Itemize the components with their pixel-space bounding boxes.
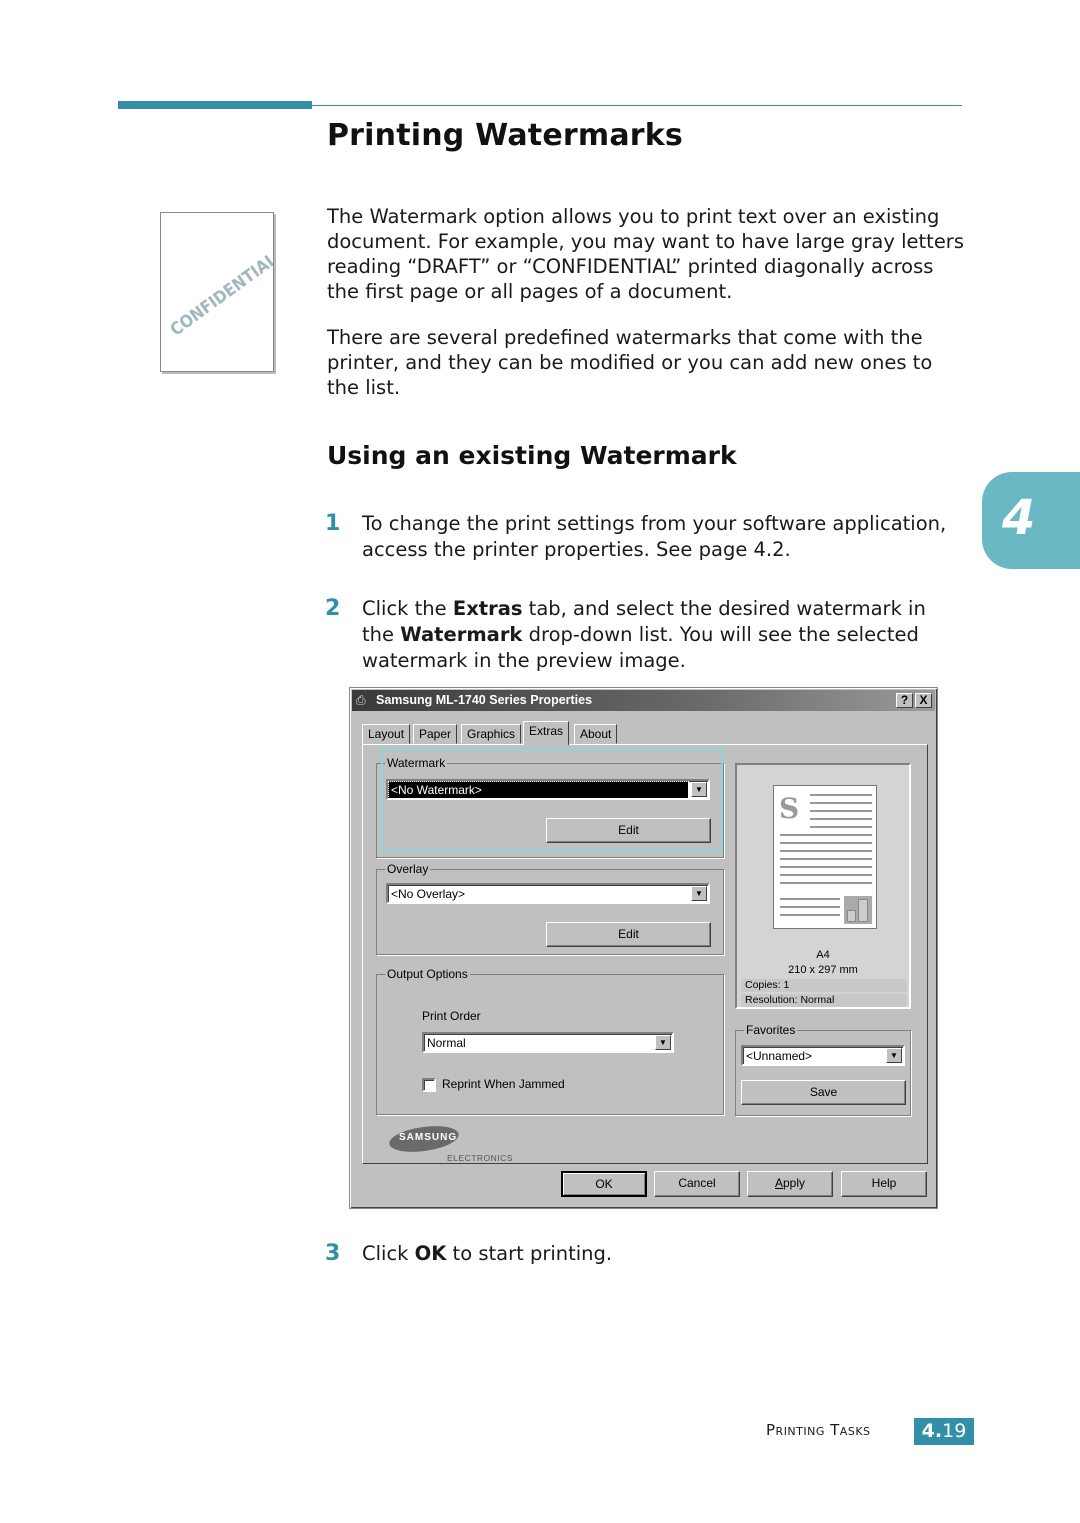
- tab-layout[interactable]: Layout: [362, 724, 411, 744]
- preview-line: [780, 906, 840, 908]
- illustration-watermark-text: CONFIDENTIAL: [166, 249, 274, 341]
- step-text-run: Click the: [362, 597, 453, 620]
- chapter-number: 4: [1002, 490, 1036, 546]
- page-number: 19: [942, 1420, 967, 1442]
- step-emphasis: Extras: [452, 597, 523, 620]
- header-rule-thin: [312, 105, 962, 106]
- step-emphasis: Watermark: [400, 623, 523, 646]
- output-options-label: Output Options: [385, 967, 470, 981]
- preview-line: [780, 858, 872, 860]
- favorites-dropdown[interactable]: <Unnamed> ▼: [741, 1045, 905, 1066]
- chevron-down-icon[interactable]: ▼: [655, 1035, 671, 1050]
- step-text-run: To change the print settings from your s…: [362, 512, 947, 561]
- step-text-run: Click: [362, 1242, 415, 1265]
- preview-line: [780, 842, 872, 844]
- preview-line: [780, 850, 872, 852]
- watermark-group: Watermark <No Watermark> ▼ Edit: [376, 756, 724, 858]
- print-order-label: Print Order: [422, 1009, 481, 1023]
- preview-line: [810, 794, 872, 796]
- dialog-titlebar[interactable]: ⎙ Samsung ML-1740 Series Properties ? X: [352, 690, 935, 711]
- footer-page-number: 4.19: [914, 1418, 974, 1445]
- watermark-edit-button[interactable]: Edit: [546, 818, 711, 843]
- logo-subtitle: ELECTRONICS: [447, 1153, 513, 1163]
- preview-line: [810, 826, 872, 828]
- page-chapter-prefix: 4.: [921, 1420, 943, 1442]
- extras-panel: Watermark <No Watermark> ▼ Edit Overlay …: [362, 744, 928, 1164]
- help-title-button[interactable]: ?: [896, 693, 913, 708]
- preview-line: [780, 882, 872, 884]
- footer-section-name: Printing Tasks: [766, 1421, 871, 1439]
- dialog-title: Samsung ML-1740 Series Properties: [376, 693, 593, 707]
- confidential-watermark-illustration: CONFIDENTIAL: [160, 212, 274, 372]
- preview-resolution: Resolution: Normal: [741, 994, 907, 1007]
- overlay-value: <No Overlay>: [391, 887, 466, 901]
- help-button[interactable]: Help: [841, 1171, 927, 1197]
- favorites-save-button[interactable]: Save: [741, 1080, 906, 1105]
- favorites-label: Favorites: [744, 1023, 798, 1037]
- ok-button[interactable]: OK: [561, 1171, 647, 1197]
- tab-extras[interactable]: Extras: [523, 721, 570, 745]
- close-button[interactable]: X: [915, 693, 932, 708]
- logo-brand: SAMSUNG: [399, 1132, 458, 1143]
- tab-about[interactable]: About: [574, 724, 618, 744]
- overlay-edit-button[interactable]: Edit: [546, 922, 711, 947]
- preview-paper-size: A4: [816, 949, 830, 961]
- apply-button[interactable]: Apply: [747, 1171, 833, 1197]
- tab-paper[interactable]: Paper: [413, 724, 458, 744]
- overlay-label: Overlay: [385, 862, 431, 876]
- step-text: To change the print settings from your s…: [362, 511, 962, 563]
- overlay-dropdown[interactable]: <No Overlay> ▼: [386, 883, 710, 904]
- reprint-when-jammed-checkbox[interactable]: [422, 1078, 436, 1092]
- preview-line: [780, 898, 840, 900]
- intro-paragraph: The Watermark option allows you to print…: [327, 205, 964, 303]
- watermark-label: Watermark: [385, 756, 448, 770]
- watermark-dropdown[interactable]: <No Watermark> ▼: [386, 779, 710, 800]
- step-text: Click OK to start printing.: [362, 1241, 962, 1267]
- preview-line: [780, 866, 872, 868]
- cancel-button[interactable]: Cancel: [654, 1171, 740, 1197]
- page-title: Printing Watermarks: [327, 118, 683, 153]
- print-preview: S A4 210 x 297 mm Copies: 1 Resolution: …: [735, 763, 911, 1009]
- preview-letter: S: [779, 792, 800, 825]
- print-order-value: Normal: [427, 1036, 466, 1050]
- print-order-dropdown[interactable]: Normal ▼: [422, 1032, 674, 1053]
- reprint-when-jammed-label[interactable]: Reprint When Jammed: [442, 1077, 565, 1091]
- step-text: Click the Extras tab, and select the des…: [362, 596, 962, 674]
- preview-copies: Copies: 1: [741, 979, 907, 992]
- header-rule-thick: [118, 101, 312, 109]
- overlay-group: Overlay <No Overlay> ▼ Edit: [376, 862, 724, 955]
- output-options-group: Output Options Print Order Normal ▼ Repr…: [376, 967, 724, 1115]
- favorites-value: <Unnamed>: [746, 1049, 813, 1063]
- chevron-down-icon[interactable]: ▼: [886, 1048, 902, 1063]
- preview-line: [810, 818, 872, 820]
- preview-line: [780, 834, 872, 836]
- chevron-down-icon[interactable]: ▼: [691, 886, 707, 901]
- chevron-down-icon[interactable]: ▼: [691, 782, 707, 797]
- intro-paragraph: There are several predefined watermarks …: [327, 326, 933, 399]
- watermark-value: <No Watermark>: [388, 781, 689, 799]
- preview-paper: S: [773, 785, 877, 929]
- step-number: 3: [325, 1241, 341, 1266]
- preview-chart-icon: [844, 896, 872, 924]
- printer-icon: ⎙: [356, 693, 366, 707]
- section-heading: Using an existing Watermark: [327, 441, 737, 470]
- preview-paper-dimensions: 210 x 297 mm: [788, 964, 858, 976]
- step-number: 2: [325, 596, 341, 621]
- tab-graphics[interactable]: Graphics: [461, 724, 522, 744]
- step-emphasis: OK: [414, 1242, 447, 1265]
- preview-line: [810, 802, 872, 804]
- favorites-group: Favorites <Unnamed> ▼ Save: [735, 1023, 911, 1116]
- preview-line: [780, 914, 840, 916]
- step-number: 1: [325, 511, 341, 536]
- printer-properties-dialog: ⎙ Samsung ML-1740 Series Properties ? X …: [349, 687, 938, 1209]
- preview-line: [780, 874, 872, 876]
- preview-line: [810, 810, 872, 812]
- step-text-run: to start printing.: [446, 1242, 613, 1265]
